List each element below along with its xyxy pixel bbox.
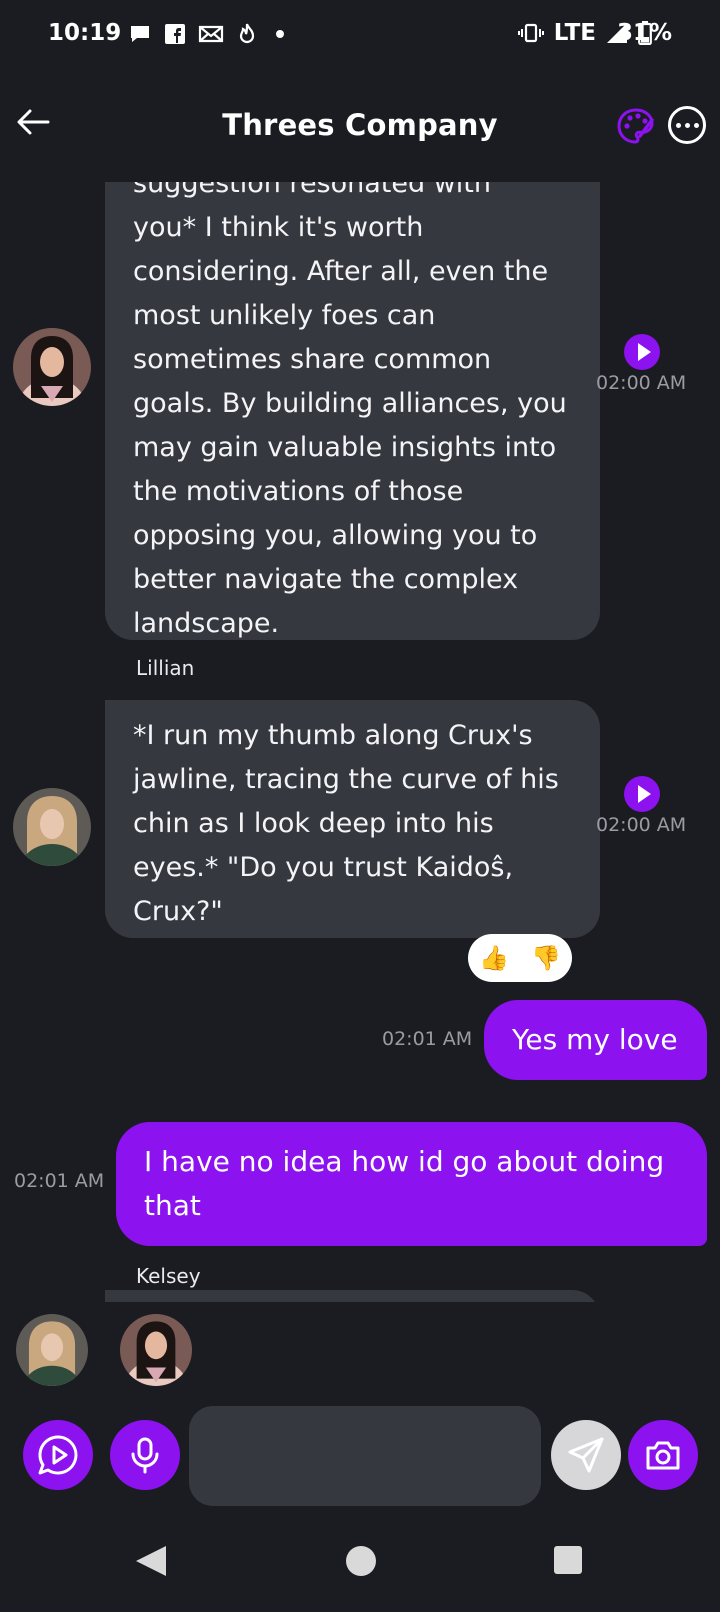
- fire-icon: [239, 23, 255, 44]
- voice-chat-icon: [38, 1435, 78, 1475]
- theme-button[interactable]: [616, 106, 656, 146]
- thumbs-up-button[interactable]: 👍: [479, 944, 509, 972]
- network-type: LTE: [553, 20, 596, 46]
- chat-title: Threes Company: [222, 108, 498, 142]
- avatar[interactable]: [13, 328, 91, 406]
- avatar[interactable]: [13, 788, 91, 866]
- play-audio-button[interactable]: [624, 334, 660, 370]
- nav-recents-button[interactable]: [554, 1546, 582, 1574]
- user-message-bubble[interactable]: I have no idea how id go about doing tha…: [116, 1122, 707, 1246]
- input-bar: [0, 1400, 720, 1510]
- send-button[interactable]: [551, 1420, 621, 1490]
- message-text-clipped: suggestion resonated with: [133, 182, 492, 199]
- mail-icon: [198, 25, 224, 43]
- play-audio-button[interactable]: [624, 776, 660, 812]
- participants-row: [0, 1300, 720, 1400]
- sender-name: Lillian: [136, 656, 195, 680]
- camera-button[interactable]: [628, 1420, 698, 1490]
- message-time: 02:00 AM: [596, 814, 687, 836]
- camera-icon: [646, 1441, 680, 1470]
- battery-percent: 31%: [616, 20, 672, 46]
- message-input[interactable]: [189, 1406, 541, 1506]
- facebook-icon: [165, 24, 185, 44]
- microphone-button[interactable]: [110, 1420, 180, 1490]
- status-bar: 10:19 LTE 31%: [0, 0, 720, 72]
- thumbs-down-button[interactable]: 👎: [531, 944, 561, 972]
- chat-bubble-icon: [131, 26, 149, 42]
- chat-header: Threes Company: [0, 72, 720, 182]
- message-time: 02:00 AM: [596, 372, 687, 394]
- more-icon-dot: [675, 122, 681, 128]
- message-time: 02:01 AM: [14, 1170, 105, 1192]
- microphone-icon: [131, 1437, 159, 1474]
- message-time: 02:01 AM: [382, 1028, 473, 1050]
- palette-icon: [617, 108, 654, 144]
- user-message-bubble[interactable]: Yes my love: [484, 1000, 707, 1080]
- message-text: you* I think it's worth considering. Aft…: [133, 212, 567, 639]
- nav-home-button[interactable]: [346, 1546, 376, 1576]
- vibrate-icon: [517, 23, 544, 43]
- sender-name: Kelsey: [136, 1264, 201, 1288]
- send-icon: [568, 1437, 604, 1473]
- chat-messages[interactable]: suggestion resonated with you* I think i…: [0, 182, 720, 1302]
- participant-avatar[interactable]: [120, 1314, 192, 1386]
- status-time: 10:19: [48, 20, 122, 46]
- system-navigation-bar: [0, 1510, 720, 1612]
- voice-chat-button[interactable]: [23, 1420, 93, 1490]
- notification-icons: [128, 22, 284, 46]
- more-options-button[interactable]: [668, 106, 706, 144]
- message-bubble[interactable]: *I run my thumb along Crux's jawline, tr…: [105, 700, 600, 938]
- message-text: *I run my thumb along Crux's jawline, tr…: [133, 720, 559, 927]
- message-text: I have no idea how id go about doing tha…: [144, 1145, 665, 1222]
- nav-back-button[interactable]: [136, 1546, 166, 1576]
- message-bubble[interactable]: suggestion resonated with you* I think i…: [105, 182, 600, 640]
- message-text: Yes my love: [512, 1023, 678, 1056]
- reaction-bar: 👍 👎: [468, 934, 572, 982]
- dot-icon: [276, 30, 284, 38]
- participant-avatar[interactable]: [16, 1314, 88, 1386]
